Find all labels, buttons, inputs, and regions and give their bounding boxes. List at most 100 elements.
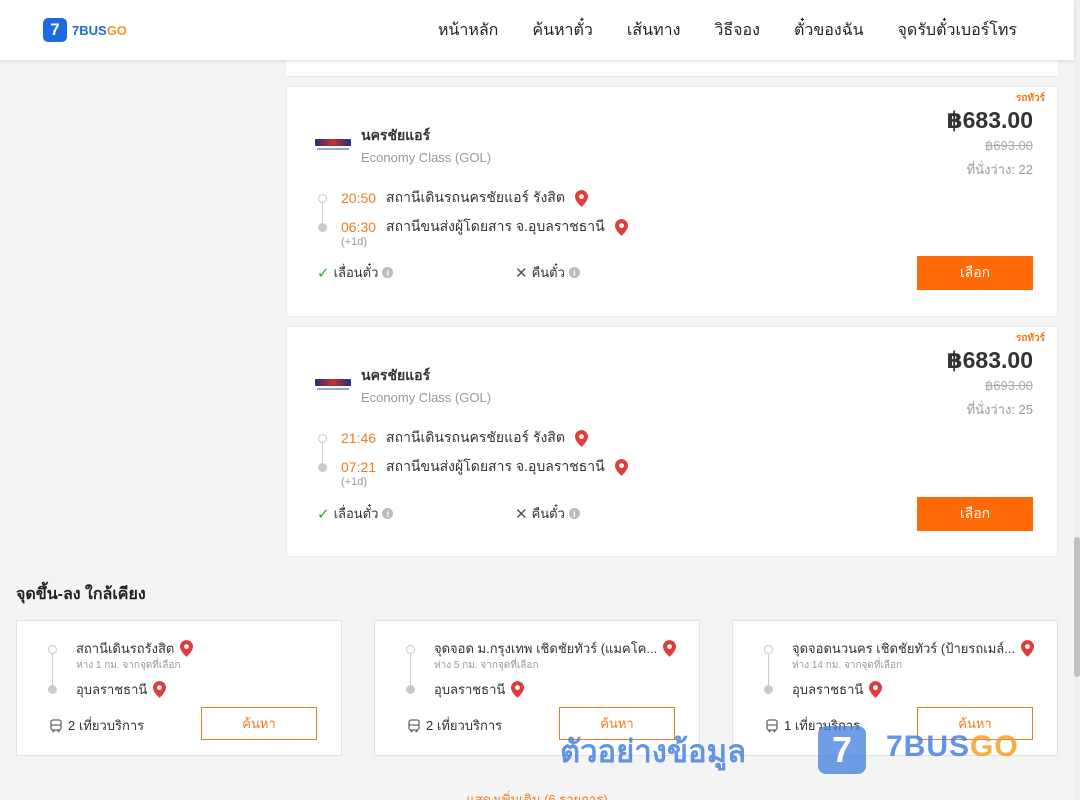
map-pin-icon[interactable] bbox=[1021, 640, 1035, 657]
nearby-origin: จุดจอดนวนคร เชิดชัยทัวร์ (ป้ายรถเมล์... bbox=[792, 638, 1035, 659]
bus-icon bbox=[50, 718, 62, 732]
search-button[interactable]: ค้นหา bbox=[201, 707, 317, 740]
nav-home[interactable]: หน้าหลัก bbox=[438, 18, 499, 43]
destination-name: อุบลราชธานี bbox=[792, 682, 864, 697]
seat-class: Economy Class (GOL) bbox=[361, 390, 492, 405]
operator-info: นครชัยแอร์ Economy Class (GOL) bbox=[315, 365, 491, 405]
reschedule-policy: ✓ เลื่อนตั๋ว i bbox=[317, 262, 394, 283]
bus-icon bbox=[766, 718, 778, 732]
reschedule-label: เลื่อนตั๋ว bbox=[333, 265, 379, 280]
page-scrollbar[interactable] bbox=[1074, 0, 1080, 800]
nearby-distance: ห่าง 14 กม. จากจุดที่เลือก bbox=[792, 660, 903, 671]
nav-how-to-book[interactable]: วิธีจอง bbox=[714, 18, 760, 43]
operator-logo bbox=[315, 138, 351, 152]
nearby-distance: ห่าง 5 กม. จากจุดที่เลือก bbox=[434, 660, 539, 671]
trip-count-label: 2 เที่ยวบริการ bbox=[426, 718, 503, 733]
nearby-route-card: สถานีเดินรถรังสิต ห่าง 1 กม. จากจุดที่เล… bbox=[16, 620, 342, 756]
trip-price: ฿683.00 bbox=[946, 107, 1033, 133]
arrival-dot bbox=[318, 223, 327, 232]
map-pin-icon[interactable] bbox=[614, 458, 628, 476]
seats-available: ที่นั่งว่าง: 25 bbox=[966, 402, 1033, 417]
info-icon[interactable]: i bbox=[568, 267, 580, 278]
refund-label: คืนตั๋ว bbox=[531, 265, 565, 280]
refund-policy: ✕ คืนตั๋ว i bbox=[515, 262, 580, 283]
arrival-stop: 07:21 สถานีขนส่งผู้โดยสาร จ.อุบลราชธานี bbox=[341, 456, 628, 478]
map-pin-icon[interactable] bbox=[614, 218, 628, 236]
nav-pickup-points[interactable]: จุดรับตั๋วเบอร์โทร bbox=[898, 18, 1017, 43]
scroll-thumb[interactable] bbox=[1074, 537, 1080, 677]
select-trip-button[interactable]: เลือก bbox=[917, 497, 1033, 531]
info-icon[interactable]: i bbox=[382, 267, 394, 278]
cross-icon: ✕ bbox=[515, 264, 528, 282]
map-pin-icon[interactable] bbox=[869, 681, 883, 698]
refund-label: คืนตั๋ว bbox=[531, 506, 565, 521]
departure-time: 20:50 bbox=[341, 190, 377, 206]
nearby-destination: อุบลราชธานี bbox=[434, 679, 525, 700]
departure-time: 21:46 bbox=[341, 430, 377, 446]
nearby-distance: ห่าง 1 กม. จากจุดที่เลือก bbox=[76, 660, 181, 671]
nearby-origin: สถานีเดินรถรังสิต bbox=[76, 638, 194, 659]
logo-wordmark: 7BUSGO bbox=[72, 22, 127, 38]
origin-name: จุดจอดนวนคร เชิดชัยทัวร์ (ป้ายรถเมล์... bbox=[792, 641, 1016, 656]
trip-price: ฿683.00 bbox=[946, 347, 1033, 373]
nearby-origin: จุดจอด ม.กรุงเทพ เชิดชัยทัวร์ (แมคโค... bbox=[434, 638, 677, 659]
arrival-place: สถานีขนส่งผู้โดยสาร จ.อุบลราชธานี bbox=[386, 458, 605, 474]
bus-icon bbox=[408, 718, 420, 732]
search-button[interactable]: ค้นหา bbox=[917, 707, 1033, 740]
nav-search-ticket[interactable]: ค้นหาตั๋ว bbox=[532, 18, 593, 43]
operator-name: นครชัยแอร์ bbox=[361, 127, 431, 143]
map-pin-icon[interactable] bbox=[574, 189, 588, 207]
map-pin-icon[interactable] bbox=[180, 640, 194, 657]
cross-icon: ✕ bbox=[515, 505, 528, 523]
departure-stop: 20:50 สถานีเดินรถนครชัยแอร์ รังสิต bbox=[341, 187, 588, 209]
check-icon: ✓ bbox=[317, 505, 330, 523]
origin-name: จุดจอด ม.กรุงเทพ เชิดชัยทัวร์ (แมคโค... bbox=[434, 641, 658, 656]
route-line bbox=[52, 654, 53, 685]
departure-place: สถานีเดินรถนครชัยแอร์ รังสิต bbox=[386, 429, 565, 445]
search-button[interactable]: ค้นหา bbox=[559, 707, 675, 740]
bus-type-tag: รถทัวร์ bbox=[1015, 93, 1045, 104]
site-logo[interactable]: 7 7BUSGO bbox=[43, 18, 127, 42]
map-pin-icon[interactable] bbox=[511, 681, 525, 698]
destination-dot bbox=[48, 685, 57, 694]
destination-dot bbox=[406, 685, 415, 694]
nearby-destination: อุบลราชธานี bbox=[792, 679, 883, 700]
map-pin-icon[interactable] bbox=[663, 640, 677, 657]
info-icon[interactable]: i bbox=[568, 508, 580, 519]
nav-my-tickets[interactable]: ตั๋วของฉัน bbox=[794, 18, 864, 43]
logo-badge: 7 bbox=[43, 18, 67, 42]
next-day-marker: (+1d) bbox=[341, 476, 367, 488]
departure-place: สถานีเดินรถนครชัยแอร์ รังสิต bbox=[386, 189, 565, 205]
departure-dot bbox=[318, 194, 327, 203]
destination-name: อุบลราชธานี bbox=[434, 682, 506, 697]
original-price: ฿693.00 bbox=[984, 378, 1033, 393]
route-line bbox=[768, 654, 769, 685]
origin-dot bbox=[48, 645, 57, 654]
show-more-link[interactable]: แสดงเพิ่มเติม (6 รายการ) bbox=[0, 789, 1074, 800]
map-pin-icon[interactable] bbox=[153, 681, 167, 698]
previous-trip-card-edge bbox=[286, 60, 1058, 77]
nav-routes[interactable]: เส้นทาง bbox=[627, 18, 681, 43]
nearby-section-title: จุดขึ้น-ลง ใกล้เคียง bbox=[16, 586, 146, 603]
next-day-marker: (+1d) bbox=[341, 236, 367, 248]
arrival-stop: 06:30 สถานีขนส่งผู้โดยสาร จ.อุบลราชธานี bbox=[341, 216, 628, 238]
select-trip-button[interactable]: เลือก bbox=[917, 256, 1033, 290]
departure-stop: 21:46 สถานีเดินรถนครชัยแอร์ รังสิต bbox=[341, 427, 588, 449]
map-pin-icon[interactable] bbox=[574, 429, 588, 447]
destination-name: อุบลราชธานี bbox=[76, 682, 148, 697]
reschedule-policy: ✓ เลื่อนตั๋ว i bbox=[317, 503, 394, 524]
operator-info: นครชัยแอร์ Economy Class (GOL) bbox=[315, 125, 491, 165]
arrival-place: สถานีขนส่งผู้โดยสาร จ.อุบลราชธานี bbox=[386, 218, 605, 234]
trip-count: 2 เที่ยวบริการ bbox=[49, 715, 144, 736]
trip-card: รถทัวร์ นครชัยแอร์ Economy Class (GOL) ฿… bbox=[286, 326, 1058, 557]
top-header: 7 7BUSGO หน้าหลัก ค้นหาตั๋ว เส้นทาง วิธี… bbox=[0, 0, 1074, 60]
operator-name: นครชัยแอร์ bbox=[361, 367, 431, 383]
destination-dot bbox=[764, 685, 773, 694]
check-icon: ✓ bbox=[317, 264, 330, 282]
trip-count: 2 เที่ยวบริการ bbox=[407, 715, 502, 736]
nearby-route-card: จุดจอด ม.กรุงเทพ เชิดชัยทัวร์ (แมคโค... … bbox=[374, 620, 700, 756]
origin-dot bbox=[764, 645, 773, 654]
operator-logo bbox=[315, 378, 351, 392]
info-icon[interactable]: i bbox=[382, 508, 394, 519]
route-line bbox=[322, 443, 323, 463]
